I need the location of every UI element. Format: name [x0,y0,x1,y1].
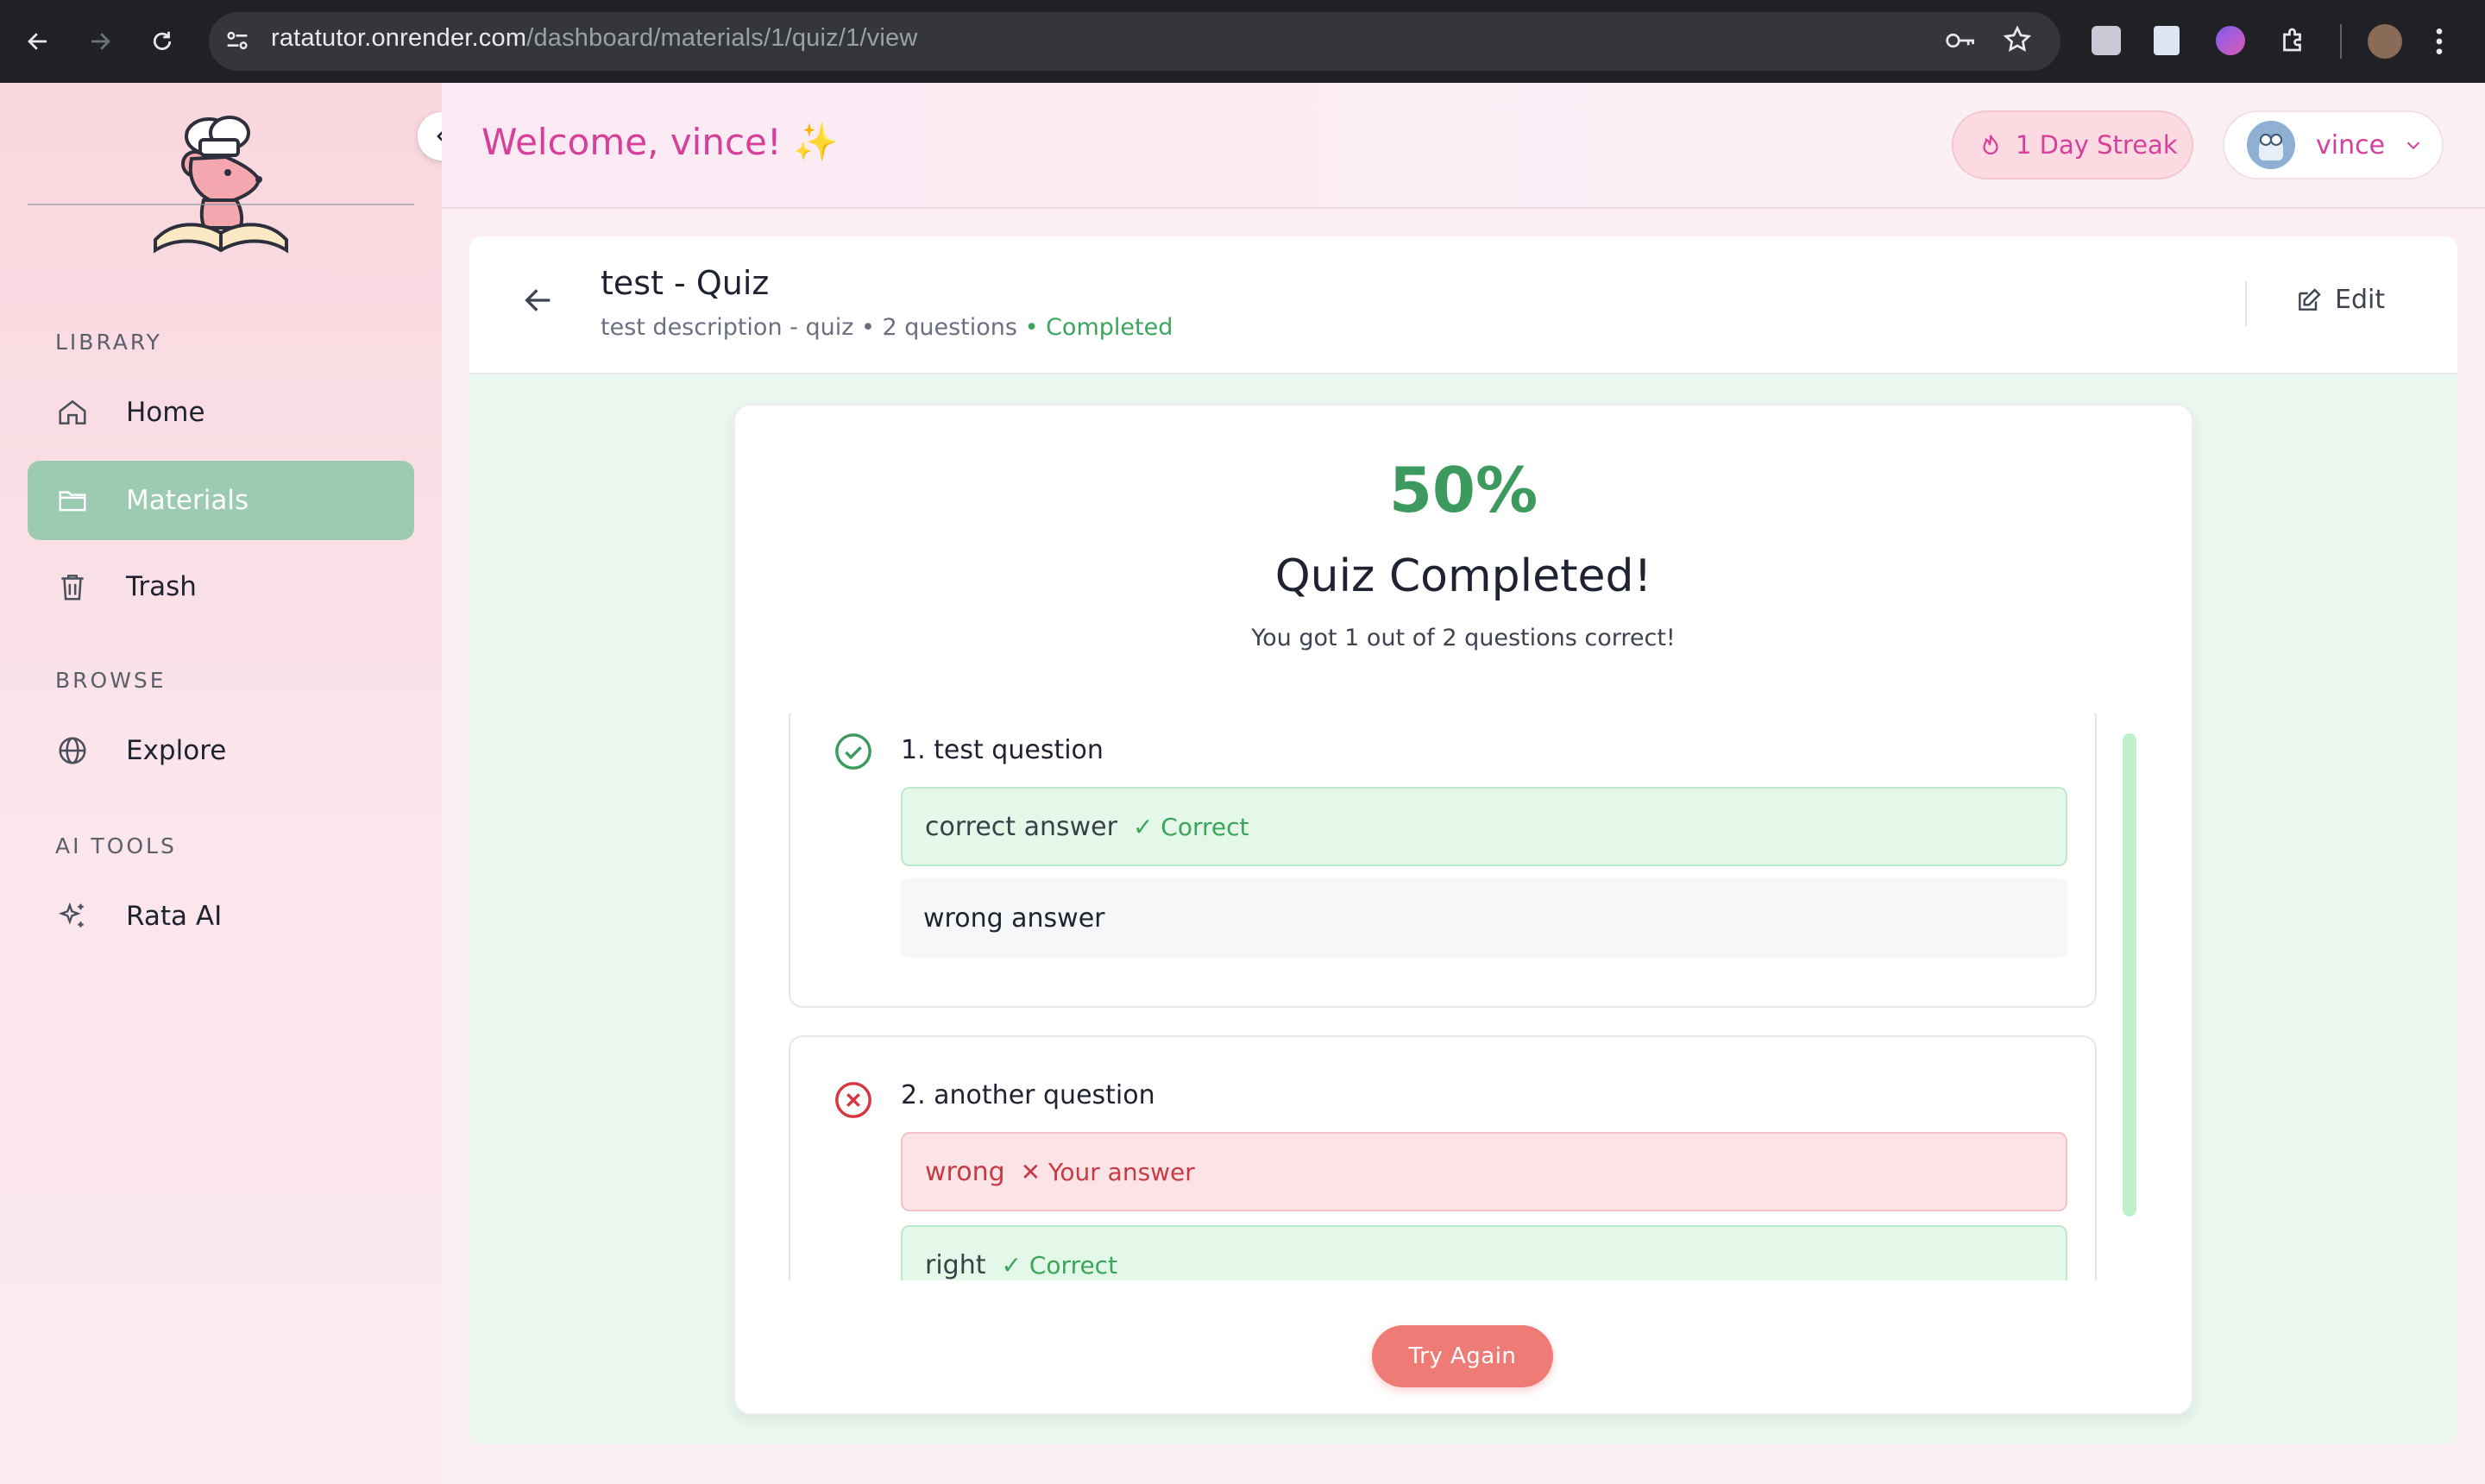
question-title: 1. test question [901,735,1104,765]
bookmark-star-icon[interactable] [2002,24,2033,59]
question-title: 2. another question [901,1080,1155,1110]
browser-back-button[interactable] [17,21,59,62]
back-button[interactable] [521,283,563,324]
section-label-browse: BROWSE [55,668,167,693]
edit-icon [2299,287,2321,311]
quiz-header [469,236,2457,374]
check-circle-icon [834,732,873,771]
user-menu-button[interactable]: vince [2223,110,2444,179]
streak-label: 1 Day Streak [2016,130,2178,160]
sidebar-item-label: Materials [126,485,249,516]
home-icon [53,393,91,431]
username: vince [2316,129,2386,160]
folder-icon [53,481,91,519]
extensions-puzzle-icon[interactable] [2278,24,2309,59]
sidebar-item-label: Home [126,397,205,428]
welcome-message: Welcome, vince! ✨ [481,121,839,163]
edit-label: Edit [2335,285,2386,315]
option-text: correct answer [925,811,1117,842]
x-circle-icon [834,1080,873,1120]
toolbar-divider [2340,24,2342,59]
sidebar-item-label: Trash [126,571,197,602]
extension-upload-icon[interactable] [2154,26,2180,55]
answer-option: wrong answer [901,878,2067,958]
option-text: wrong answer [923,902,1105,934]
quiz-meta: test description - quiz • 2 questions • … [601,314,1173,341]
answer-option: wrong ✕ Your answer [901,1132,2067,1211]
try-again-button[interactable]: Try Again [1372,1325,1553,1387]
extension-icon[interactable] [2092,26,2121,55]
profile-avatar[interactable] [2368,24,2402,59]
globe-icon [53,732,91,770]
sidebar-divider [28,204,414,205]
sidebar-item-label: Explore [126,735,227,766]
status-badge: • Completed [1024,314,1173,341]
answer-option: right ✓ Correct [901,1225,2067,1280]
chevron-down-icon [2404,135,2423,154]
quiz-description: test description - quiz • 2 questions [601,314,1017,341]
sidebar-item-explore[interactable]: Explore [28,711,414,790]
sidebar-item-materials[interactable]: Materials [28,461,414,540]
reload-icon [153,31,172,50]
sidebar-item-label: Rata AI [126,901,223,932]
streak-badge[interactable]: 1 Day Streak [1952,110,2193,179]
arrow-left-icon [28,33,47,50]
question-card: 2. another question wrong ✕ Your answer … [789,1035,2097,1280]
browser-toolbar: ratatutor.onrender.com/dashboard/materia… [0,0,2485,83]
rat-chef-logo[interactable] [152,110,290,259]
header-divider [2245,281,2247,326]
browser-forward-button[interactable] [79,21,121,62]
browser-reload-button[interactable] [142,21,183,62]
section-label-ai-tools: AI TOOLS [55,833,177,858]
extension-brain-icon[interactable] [2216,26,2245,55]
section-label-library: LIBRARY [55,330,162,355]
site-info-icon[interactable] [223,26,252,59]
score-percent: 50% [1388,454,1538,526]
arrow-left-icon [525,289,550,311]
answer-option: correct answer ✓ Correct [901,787,2067,866]
quiz-title: test - Quiz [601,264,770,302]
result-heading: Quiz Completed! [1274,550,1652,602]
sparkles-icon [53,897,91,935]
question-list[interactable]: 1. test question correct answer ✓ Correc… [789,713,2100,1280]
sidebar-item-rata-ai[interactable]: Rata AI [28,877,414,956]
option-tag: ✓ Correct [1001,1250,1118,1280]
key-icon[interactable] [1945,26,1978,59]
option-tag: ✕ Your answer [1020,1157,1195,1186]
option-text: right [925,1249,986,1280]
trash-icon [53,568,91,606]
edit-button[interactable]: Edit [2295,285,2385,315]
option-text: wrong [925,1156,1005,1187]
flame-icon [1978,131,2004,159]
sidebar-item-trash[interactable]: Trash [28,547,414,626]
question-card: 1. test question correct answer ✓ Correc… [789,713,2097,1008]
arrow-right-icon [91,33,110,50]
option-tag: ✓ Correct [1132,812,1249,841]
url-text: ratatutor.onrender.com/dashboard/materia… [271,24,918,52]
result-summary: You got 1 out of 2 questions correct! [1251,625,1676,651]
avatar [2247,121,2295,169]
question-list-scrollbar[interactable] [2123,733,2136,1217]
sidebar-item-home[interactable]: Home [28,373,414,452]
more-menu-icon[interactable] [2433,24,2445,62]
